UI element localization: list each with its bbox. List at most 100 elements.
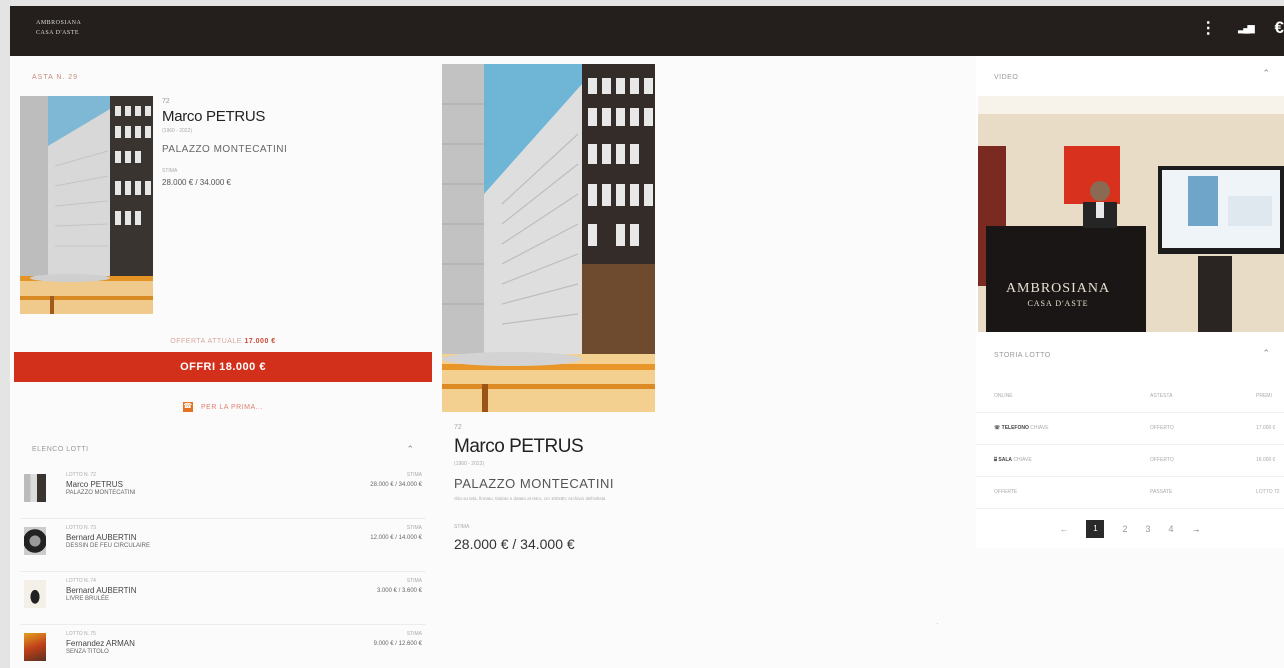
list-item[interactable]: LOTTO N. 72 Marco PETRUS PALAZZO MONTECA…	[20, 466, 426, 519]
history-cell: 17.000 €	[1256, 425, 1276, 431]
current-lot-artist: Marco PETRUS	[162, 108, 266, 125]
phone-bid-link-label: PER LA PRIMA...	[201, 403, 263, 411]
list-item[interactable]: LOTTO N. 74 Bernard AUBERTIN LIVRE BRULÉ…	[20, 572, 426, 625]
lot-artist: Marco PETRUS	[454, 436, 584, 457]
lot-description: Olio su tela, firmato, titolato e datato…	[454, 496, 606, 501]
lot-dates: (1960 - 2022)	[454, 461, 485, 467]
lot-stima: 3.000 € / 3.600 €	[376, 588, 422, 594]
history-source: ⌸ SALA CHIAVE	[994, 457, 1032, 463]
lot-number: LOTTO N. 75	[66, 631, 96, 637]
history-cell: PASSATE	[1150, 489, 1173, 495]
history-cell: OFFERTE	[994, 489, 1018, 495]
lot-artist: Bernard AUBERTIN	[66, 586, 137, 595]
table-row: ⌸ SALA CHIAVE OFFERTO 16.000 €	[976, 445, 1284, 477]
current-offer: OFFERTA ATTUALE 17.000 €	[10, 338, 436, 345]
list-item[interactable]: LOTTO N. 75 Fernandez ARMAN SENZA TITOLO…	[20, 625, 426, 668]
video-label: VIDEO	[994, 74, 1019, 81]
history-cell: OFFERTO	[1150, 457, 1174, 463]
lot-number: LOTTO N. 74	[66, 578, 96, 584]
separator-dot: ·	[936, 619, 939, 628]
lot-artist: Fernandez ARMAN	[66, 639, 135, 648]
history-cell: OFFERTO	[1150, 425, 1174, 431]
page-button[interactable]: 4	[1169, 524, 1174, 534]
right-column: VIDEO ⌃ AMBROSIANA CASA D'ASTE STORIA LO…	[976, 56, 1284, 668]
live-video[interactable]: AMBROSIANA CASA D'ASTE	[978, 96, 1284, 332]
lot-stima: 28.000 € / 34.000 €	[454, 536, 575, 552]
hall-icon: ⌸	[994, 457, 998, 463]
lot-list-title: ELENCO LOTTI	[32, 446, 89, 453]
history-cell: CHIAVE	[1030, 425, 1049, 431]
lot-work: DESSIN DE FEU CIRCULAIRE	[66, 543, 151, 549]
video-sign-line-2: CASA D'ASTE	[1027, 299, 1088, 308]
page-button[interactable]: 2	[1122, 524, 1127, 534]
lot-number: LOTTO N. 72	[66, 472, 96, 478]
lot-work: LIVRE BRULÉE	[66, 596, 110, 602]
signal-icon[interactable]: ▂▄▆	[1238, 23, 1254, 34]
page-button[interactable]: 3	[1145, 524, 1150, 534]
lot-detail: 72 Marco PETRUS (1960 - 2022) PALAZZO MO…	[440, 56, 960, 668]
lot-thumbnail	[24, 527, 46, 555]
lot-number: 72	[454, 424, 462, 431]
lot-work: SENZA TITOLO	[66, 649, 109, 655]
left-column: ASTA N. 29 72 Marco PETRUS (1960 - 2022)…	[10, 56, 436, 668]
next-page-icon[interactable]: →	[1192, 524, 1201, 534]
video-sign-line-1: AMBROSIANA	[1006, 281, 1110, 296]
lot-number: LOTTO N. 73	[66, 525, 96, 531]
lot-stima-label: STIMA	[406, 472, 422, 478]
phone-bid-link[interactable]: ☎ PER LA PRIMA...	[10, 402, 436, 412]
current-lot-stima: 28.000 € / 34.000 €	[162, 178, 231, 187]
table-row: ☏ TELEFONO CHIAVE OFFERTO 17.000 €	[976, 413, 1284, 445]
lot-thumbnail	[24, 580, 46, 608]
current-offer-value: 17.000 €	[244, 338, 276, 345]
lot-stima-label: STIMA	[406, 525, 422, 531]
history-cell: CHIAVE	[1013, 457, 1032, 463]
lot-stima-label: STIMA	[406, 578, 422, 584]
current-lot-dates: (1960 - 2022)	[162, 128, 193, 134]
collapse-history-icon[interactable]: ⌃	[1262, 348, 1270, 359]
list-item[interactable]: LOTTO N. 73 Bernard AUBERTIN DESSIN DE F…	[20, 519, 426, 572]
table-row: ONLINE ASTESTA PREMI	[976, 381, 1284, 413]
lot-work-title: PALAZZO MONTECATINI	[454, 476, 614, 491]
current-lot-number: 72	[162, 98, 170, 105]
phone-icon: ☎	[183, 402, 194, 412]
lot-main-image[interactable]	[442, 64, 655, 412]
bid-button[interactable]: OFFRI 18.000 €	[14, 352, 432, 382]
lot-artist: Bernard AUBERTIN	[66, 533, 137, 542]
history-cell: 16.000 €	[1256, 457, 1276, 463]
pagination: ← 1 2 3 4 →	[976, 520, 1284, 538]
page: ASTA N. 29 72 Marco PETRUS (1960 - 2022)…	[10, 56, 1284, 668]
euro-icon[interactable]: €	[1275, 18, 1284, 38]
current-offer-label: OFFERTA ATTUALE	[170, 338, 242, 345]
lot-stima-label: STIMA	[406, 631, 422, 637]
lot-artist: Marco PETRUS	[66, 480, 123, 489]
history-cell: ASTESTA	[1150, 393, 1173, 399]
prev-page-icon[interactable]: ←	[1059, 524, 1068, 534]
lot-stima-label: STIMA	[454, 524, 470, 530]
top-bar: AMBROSIANA CASA D'ASTE ⋮ ▂▄▆ €	[10, 6, 1284, 56]
collapse-video-icon[interactable]: ⌃	[1262, 68, 1270, 79]
lot-stima: 12.000 € / 14.000 €	[370, 535, 422, 541]
history-source-label: SALA	[998, 457, 1013, 463]
logo[interactable]: AMBROSIANA CASA D'ASTE	[36, 18, 81, 38]
lot-stima: 9.000 € / 12.600 €	[373, 641, 422, 647]
auction-title: ASTA N. 29	[32, 74, 79, 81]
phone-icon: ☏	[994, 425, 1001, 431]
collapse-icon[interactable]: ⌃	[406, 444, 414, 455]
page-button-active[interactable]: 1	[1086, 520, 1105, 538]
logo-line-2: CASA D'ASTE	[36, 30, 80, 36]
lot-history-label: STORIA LOTTO	[994, 352, 1051, 359]
lot-thumbnail	[24, 474, 46, 502]
current-lot-work: PALAZZO MONTECATINI	[162, 144, 288, 155]
history-source-label: TELEFONO	[1001, 425, 1029, 431]
video-card: VIDEO ⌃ AMBROSIANA CASA D'ASTE STORIA LO…	[976, 56, 1284, 548]
lot-work: PALAZZO MONTECATINI	[66, 490, 136, 496]
history-cell: ONLINE	[994, 393, 1013, 399]
lot-list: LOTTO N. 72 Marco PETRUS PALAZZO MONTECA…	[20, 466, 426, 668]
history-cell: LOTTO 72	[1256, 489, 1280, 495]
current-lot-image[interactable]	[20, 96, 153, 314]
current-lot-stima-label: STIMA	[162, 168, 178, 174]
more-vert-icon[interactable]: ⋮	[1200, 18, 1216, 38]
table-row: OFFERTE PASSATE LOTTO 72	[976, 477, 1284, 509]
history-source: ☏ TELEFONO CHIAVE	[994, 425, 1049, 431]
history-cell: PREMI	[1256, 393, 1272, 399]
